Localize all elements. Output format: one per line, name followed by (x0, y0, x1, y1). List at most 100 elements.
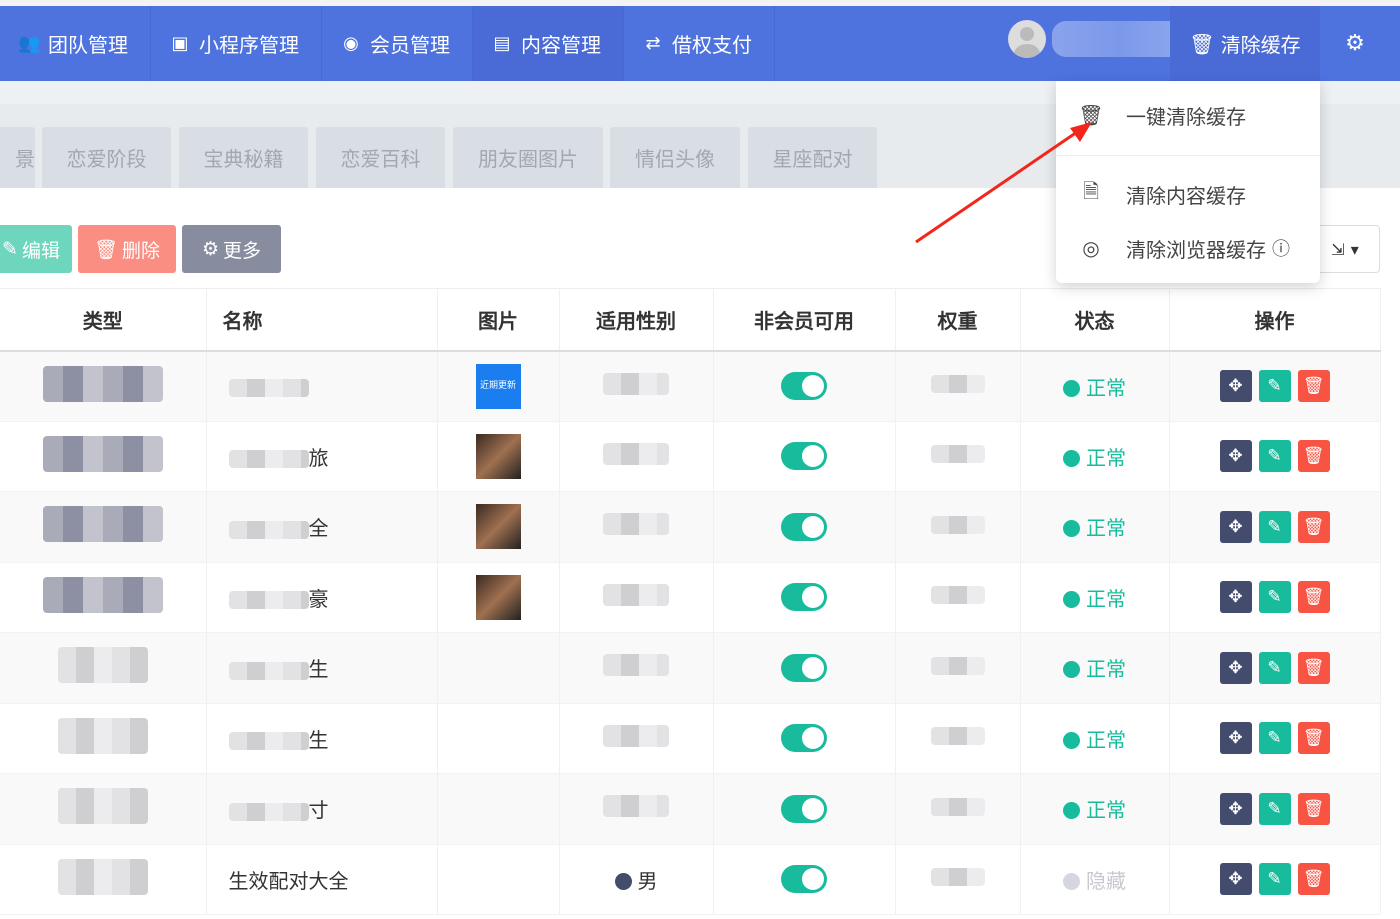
weight-blurred (930, 586, 985, 605)
edit-row-button[interactable]: ✎ (1258, 581, 1291, 614)
table-row: 近期更新 正常 ✥ ✎ 🗑 (0, 350, 1381, 422)
member-toggle[interactable] (781, 372, 827, 400)
name-blurred (228, 732, 309, 751)
status-dot (1063, 520, 1080, 538)
drag-move-button[interactable]: ✥ (1219, 370, 1252, 402)
status-badge: 正常 (1063, 376, 1126, 400)
menu-item-clear-content[interactable]: 🗎 清除内容缓存 (1056, 174, 1320, 214)
member-toggle[interactable] (781, 512, 827, 541)
column-header[interactable]: 非会员可用 (713, 288, 896, 352)
status-badge: 正常 (1063, 446, 1126, 470)
thumbnail[interactable] (475, 433, 521, 479)
weight-blurred (930, 868, 985, 887)
export-dropdown[interactable]: ⇲ ▾ (1310, 225, 1380, 273)
settings-gear-icon[interactable]: ⚙ (1330, 6, 1380, 81)
drag-move-button[interactable]: ✥ (1219, 722, 1252, 755)
column-header[interactable]: 适用性别 (559, 288, 714, 352)
type-badge-blurred (42, 435, 163, 472)
column-header[interactable]: 图片 (437, 288, 560, 352)
status-dot (1063, 449, 1080, 467)
member-toggle[interactable] (781, 583, 827, 612)
delete-row-button[interactable]: 🗑 (1297, 510, 1330, 543)
weight-blurred (930, 375, 985, 393)
user-menu[interactable] (1008, 20, 1187, 58)
status-badge: 正常 (1063, 516, 1126, 540)
column-header[interactable]: 状态 (1020, 288, 1170, 352)
more-button[interactable]: ⚙ 更多 (182, 225, 281, 273)
status-dot (1063, 590, 1080, 608)
column-header[interactable]: 权重 (895, 288, 1021, 352)
thumbnail[interactable] (475, 574, 521, 620)
drag-move-button[interactable]: ✥ (1219, 792, 1252, 825)
tab-1[interactable]: 恋爱阶段 (42, 127, 171, 188)
edit-row-button[interactable]: ✎ (1258, 792, 1291, 825)
drag-move-button[interactable]: ✥ (1219, 440, 1252, 473)
pencil-icon: ✎ (2, 238, 18, 260)
tab-3[interactable]: 恋爱百科 (316, 127, 445, 188)
thumbnail[interactable] (475, 504, 521, 550)
tab-0[interactable]: 景 (0, 127, 35, 188)
drag-move-button[interactable]: ✥ (1219, 651, 1252, 684)
delete-row-button[interactable]: 🗑 (1297, 581, 1330, 614)
column-header[interactable]: 操作 (1169, 288, 1381, 352)
name-blurred (228, 520, 309, 539)
content-table: 类型 名称 图片 适用性别 非会员可用 权重 状态 操作 近期更新 正常 ✥ ✎ 🗑 旅 正常 ✥… (0, 288, 1381, 915)
gender-blurred (603, 654, 669, 677)
edit-row-button[interactable]: ✎ (1258, 440, 1291, 473)
table-row: 寸 正常 ✥ ✎ 🗑 (0, 773, 1381, 845)
username-blurred (1052, 21, 1187, 57)
table-row: 生效配对大全 男 隐藏 ✥ ✎ 🗑 (0, 844, 1381, 915)
thumbnail[interactable]: 近期更新 (475, 363, 521, 409)
edit-row-button[interactable]: ✎ (1258, 651, 1291, 684)
delete-row-button[interactable]: 🗑 (1297, 792, 1330, 825)
delete-row-button[interactable]: 🗑 (1297, 370, 1330, 402)
avatar (1008, 20, 1046, 58)
nav-item-0[interactable]: 👥 团队管理 (0, 6, 151, 81)
member-toggle[interactable] (781, 724, 827, 753)
nav-item-3[interactable]: ▤ 内容管理 (473, 6, 624, 81)
weight-blurred (930, 727, 985, 746)
tab-6[interactable]: 星座配对 (748, 127, 877, 188)
edit-row-button[interactable]: ✎ (1258, 863, 1291, 896)
member-toggle[interactable] (781, 442, 827, 471)
drag-move-button[interactable]: ✥ (1219, 581, 1252, 614)
tab-5[interactable]: 情侣头像 (610, 127, 740, 188)
delete-row-button[interactable]: 🗑 (1297, 651, 1330, 684)
clear-cache-dropdown: 🗑 一键清除缓存 🗎 清除内容缓存 ◎ 清除浏览器缓存 ⓘ (1056, 81, 1320, 283)
type-badge-blurred (57, 717, 148, 754)
type-badge-blurred (42, 506, 163, 543)
edit-row-button[interactable]: ✎ (1258, 370, 1291, 402)
tab-4[interactable]: 朋友圈图片 (453, 127, 603, 188)
tab-2[interactable]: 宝典秘籍 (179, 127, 308, 188)
name-blurred (228, 661, 309, 680)
drag-move-button[interactable]: ✥ (1219, 863, 1252, 896)
delete-button[interactable]: 🗑 删除 (78, 225, 176, 273)
nav-item-4[interactable]: ⇄ 借权支付 (624, 6, 775, 81)
status-badge: 正常 (1063, 728, 1126, 752)
type-badge-blurred (57, 858, 148, 895)
name-blurred (228, 591, 309, 610)
chrome-icon: ◎ (1082, 236, 1100, 260)
edit-button[interactable]: ✎ 编辑 (0, 225, 72, 273)
delete-row-button[interactable]: 🗑 (1297, 863, 1330, 896)
clear-cache-button[interactable]: 🗑 清除缓存 (1170, 6, 1320, 81)
delete-row-button[interactable]: 🗑 (1297, 440, 1330, 473)
drag-move-button[interactable]: ✥ (1219, 510, 1252, 543)
table-row: 生 正常 ✥ ✎ 🗑 (0, 703, 1381, 774)
delete-row-button[interactable]: 🗑 (1297, 722, 1330, 755)
column-header[interactable]: 名称 (206, 288, 438, 352)
type-badge-blurred (57, 788, 148, 825)
edit-row-button[interactable]: ✎ (1258, 510, 1291, 543)
menu-item-clear-browser[interactable]: ◎ 清除浏览器缓存 ⓘ (1056, 228, 1320, 268)
status-dot (1063, 872, 1080, 890)
gender-blurred (603, 372, 669, 395)
column-header[interactable]: 类型 (0, 288, 207, 352)
member-toggle[interactable] (781, 794, 827, 823)
member-toggle[interactable] (781, 865, 827, 894)
member-toggle[interactable] (781, 653, 827, 682)
nav-item-2[interactable]: ◉ 会员管理 (322, 6, 473, 81)
nav-item-1[interactable]: ▣ 小程序管理 (151, 6, 322, 81)
menu-item-clear-all[interactable]: 🗑 一键清除缓存 (1056, 95, 1320, 135)
gender-blurred (603, 442, 669, 465)
edit-row-button[interactable]: ✎ (1258, 722, 1291, 755)
